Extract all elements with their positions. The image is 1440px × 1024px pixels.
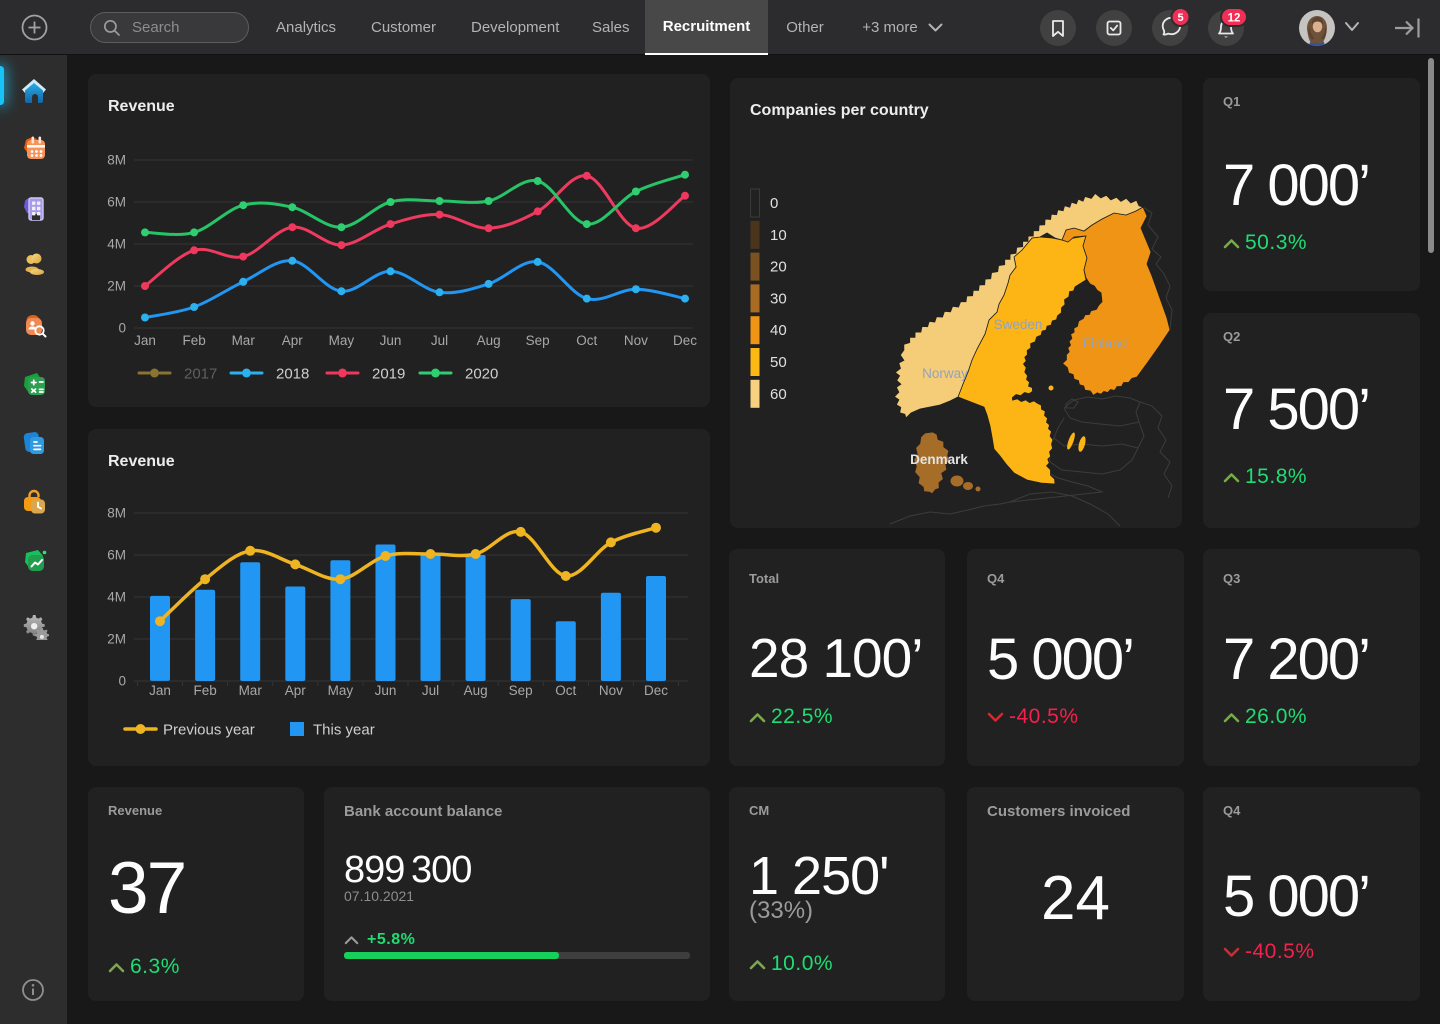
svg-text:Apr: Apr <box>285 683 307 698</box>
svg-text:This year: This year <box>313 722 375 739</box>
svg-text:2M: 2M <box>107 632 126 647</box>
svg-text:Nov: Nov <box>624 333 648 348</box>
svg-text:Mar: Mar <box>239 683 263 698</box>
svg-text:2020: 2020 <box>465 366 498 383</box>
svg-text:May: May <box>328 683 354 698</box>
svg-text:6M: 6M <box>107 195 126 210</box>
svg-text:May: May <box>329 333 355 348</box>
svg-text:8M: 8M <box>107 153 126 168</box>
svg-text:4M: 4M <box>107 237 126 252</box>
svg-text:10: 10 <box>770 227 787 244</box>
svg-text:Jun: Jun <box>375 683 397 698</box>
svg-text:Apr: Apr <box>282 333 304 348</box>
svg-text:6M: 6M <box>107 548 126 563</box>
svg-text:2019: 2019 <box>372 366 405 383</box>
svg-text:Mar: Mar <box>232 333 256 348</box>
svg-text:2M: 2M <box>107 279 126 294</box>
svg-text:Nov: Nov <box>599 683 623 698</box>
svg-text:Finland: Finland <box>1083 336 1127 351</box>
svg-text:0: 0 <box>118 321 126 336</box>
svg-text:Feb: Feb <box>193 683 216 698</box>
svg-text:Feb: Feb <box>182 333 205 348</box>
svg-text:Jul: Jul <box>431 333 448 348</box>
svg-text:Denmark: Denmark <box>910 452 968 467</box>
svg-text:Aug: Aug <box>477 333 501 348</box>
svg-text:8M: 8M <box>107 506 126 521</box>
svg-text:2017: 2017 <box>184 366 217 383</box>
svg-text:Sep: Sep <box>509 683 533 698</box>
svg-text:50: 50 <box>770 354 787 371</box>
svg-text:60: 60 <box>770 386 787 403</box>
svg-text:0: 0 <box>118 674 126 689</box>
svg-text:5: 5 <box>1177 12 1183 24</box>
svg-text:Jun: Jun <box>380 333 402 348</box>
svg-text:20: 20 <box>770 259 787 276</box>
svg-text:Sep: Sep <box>526 333 550 348</box>
svg-text:Jan: Jan <box>149 683 171 698</box>
svg-text:30: 30 <box>770 290 787 307</box>
svg-text:Norway: Norway <box>922 366 968 381</box>
svg-text:0: 0 <box>770 195 778 212</box>
svg-text:Dec: Dec <box>673 333 697 348</box>
svg-text:Aug: Aug <box>464 683 488 698</box>
svg-text:Dec: Dec <box>644 683 668 698</box>
svg-text:12: 12 <box>1228 12 1241 24</box>
svg-text:Oct: Oct <box>576 333 597 348</box>
svg-text:Jul: Jul <box>422 683 439 698</box>
svg-text:2018: 2018 <box>276 366 309 383</box>
svg-text:Previous year: Previous year <box>163 722 255 739</box>
svg-text:40: 40 <box>770 322 787 339</box>
svg-text:Oct: Oct <box>555 683 576 698</box>
svg-text:4M: 4M <box>107 590 126 605</box>
svg-text:Jan: Jan <box>134 333 156 348</box>
svg-text:Sweden: Sweden <box>994 317 1043 332</box>
